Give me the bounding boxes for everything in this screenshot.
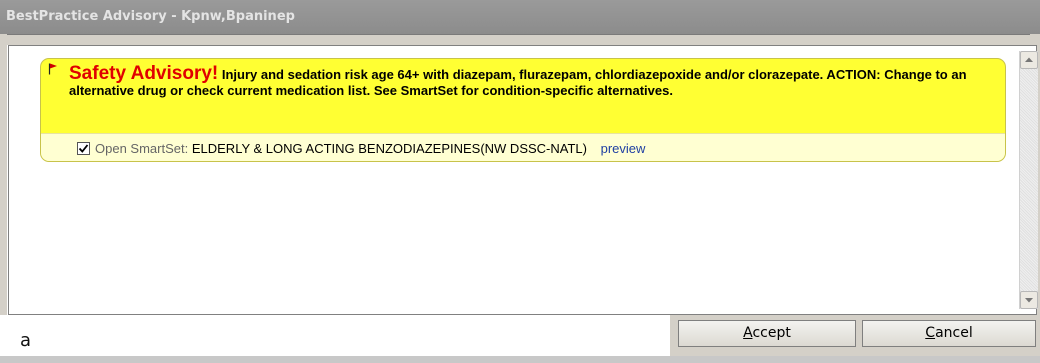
smartset-text: Open SmartSet: ELDERLY & LONG ACTING BEN… — [95, 141, 645, 156]
smartset-row: Open SmartSet: ELDERLY & LONG ACTING BEN… — [41, 133, 1005, 161]
cancel-button[interactable]: Cancel — [862, 320, 1036, 347]
corner-letter: a — [20, 330, 32, 351]
preview-link[interactable]: preview — [601, 141, 646, 156]
scroll-down-button[interactable] — [1020, 291, 1038, 309]
smartset-name: ELDERLY & LONG ACTING BENZODIAZEPINES(NW… — [191, 141, 587, 156]
window-title: BestPractice Advisory - Kpnw,Bpaninep — [6, 9, 295, 24]
smartset-label: Open SmartSet: — [95, 141, 189, 156]
vertical-scrollbar[interactable] — [1019, 51, 1038, 309]
accept-label: ccept — [752, 325, 791, 341]
checkmark-icon — [78, 144, 89, 153]
arrow-down-icon — [1025, 298, 1033, 303]
title-bar: BestPractice Advisory - Kpnw,Bpaninep — [0, 0, 1040, 35]
advisory-card: Safety Advisory! Injury and sedation ris… — [40, 58, 1006, 162]
advisory-headline: Safety Advisory! — [69, 63, 219, 84]
window-frame-top — [7, 35, 1030, 45]
accept-button[interactable]: Accept — [678, 320, 856, 347]
window-bottom-edge — [0, 356, 1040, 363]
smartset-checkbox[interactable] — [77, 142, 90, 155]
red-flag-icon — [48, 63, 57, 75]
arrow-up-icon — [1025, 57, 1033, 62]
advisory-body: Safety Advisory! Injury and sedation ris… — [41, 59, 1005, 133]
cancel-label: ancel — [935, 325, 973, 341]
scroll-up-button[interactable] — [1020, 51, 1038, 69]
window-frame-left — [0, 34, 7, 319]
advisory-panel: Safety Advisory! Injury and sedation ris… — [8, 45, 1038, 315]
cancel-mnemonic: C — [925, 325, 936, 341]
